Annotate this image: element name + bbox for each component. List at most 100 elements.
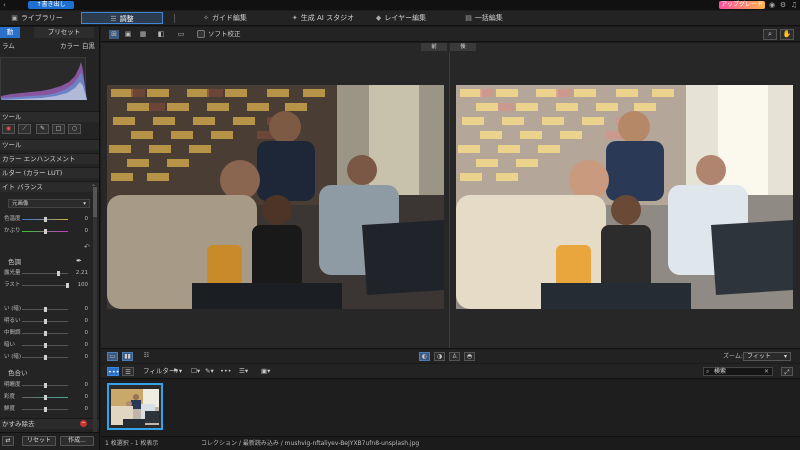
slider-knob[interactable] <box>44 383 47 388</box>
slider-knob[interactable] <box>44 229 47 234</box>
square-icon[interactable]: □ <box>52 124 65 134</box>
tab-presets[interactable]: プリセット <box>34 27 94 38</box>
side-by-side-button[interactable]: ◐ <box>419 352 430 361</box>
slider-vibrance[interactable]: 鮮度 0 <box>2 405 94 413</box>
tab-layer-edit[interactable]: ◆ レイヤー編集 <box>370 12 432 24</box>
dome-view-button[interactable]: ◓ <box>464 352 475 361</box>
white-balance-select[interactable]: 元画像 ▾ <box>8 199 90 208</box>
close-icon[interactable]: − <box>80 420 87 427</box>
clear-icon[interactable]: ✕ <box>764 368 769 375</box>
slider-darks[interactable]: 暗い 0 <box>2 341 94 349</box>
single-view-icon[interactable]: ▣ <box>123 30 133 39</box>
slider-knob[interactable] <box>66 283 69 288</box>
slider-clarity[interactable]: 明瞭度 0 <box>2 381 94 389</box>
zoom-select[interactable]: フィット ▾ <box>743 352 791 361</box>
before-label: 前 <box>421 43 447 51</box>
slider-knob[interactable] <box>44 217 47 222</box>
list-view-icon[interactable]: ☰ <box>122 367 134 376</box>
slider-knob[interactable] <box>44 407 47 412</box>
slider-exposure[interactable]: 露光量 2.21 <box>2 269 94 277</box>
sort-icon[interactable]: ☰▾ <box>239 367 248 376</box>
tab-batch-edit[interactable]: ▤ 一括編集 <box>461 12 507 24</box>
zoom-tool-icon[interactable]: ⌕ <box>763 29 777 40</box>
bell-icon[interactable]: ♫ <box>790 1 798 9</box>
rating-filter-icon[interactable]: ☐▾ <box>191 367 200 376</box>
tab-ai-studio[interactable]: ✦ 生成 AI スタジオ <box>282 12 364 24</box>
tab-manual[interactable]: 動 <box>0 27 20 38</box>
slider-brights[interactable]: 明るい 0 <box>2 317 94 325</box>
circle-icon[interactable]: ○ <box>68 124 81 134</box>
upgrade-button[interactable]: アップグレード <box>719 1 765 9</box>
crop-icon[interactable]: ⊞ <box>109 30 119 39</box>
search-icon: ⌕ <box>706 368 710 375</box>
slider-knob[interactable] <box>44 331 47 336</box>
split-view-button[interactable]: ▮▮ <box>122 352 133 361</box>
single-view-button[interactable]: ▭ <box>107 352 118 361</box>
display-menu-icon[interactable]: ▭ <box>176 30 186 39</box>
color-filter-icon[interactable]: ✎▾ <box>205 367 214 376</box>
histogram-mono-toggle[interactable]: 白黒 <box>82 41 95 52</box>
view-options-icon[interactable]: ☷ <box>141 352 152 361</box>
thumbnail-image <box>111 389 159 425</box>
tools-header[interactable]: ツール <box>0 111 99 122</box>
gear-icon[interactable]: ⚙ <box>779 1 787 9</box>
compare-view-icon[interactable]: ◧ <box>156 30 166 39</box>
slider-midtones[interactable]: 中間調 0 <box>2 329 94 337</box>
slider-contrast[interactable]: ラスト 100 <box>2 281 94 289</box>
flag-filter-icon[interactable]: ⚑▾ <box>173 367 182 376</box>
eyedropper-icon[interactable]: ✒ <box>76 257 82 265</box>
filmstrip <box>101 380 800 436</box>
slider-knob[interactable] <box>44 355 47 360</box>
create-preset-button[interactable]: 作成... <box>60 436 94 446</box>
before-image[interactable] <box>107 85 444 309</box>
account-icon[interactable]: ◉ <box>768 1 776 9</box>
more-filter-icon[interactable]: ••• <box>220 367 232 376</box>
slider-tint[interactable]: かぶり 0 <box>2 227 94 235</box>
section-color-lut[interactable]: ルター (カラー LUT) <box>0 167 99 178</box>
arrow-left-icon[interactable]: ‹ <box>3 1 13 9</box>
histogram-color-toggle[interactable]: カラー <box>60 41 80 52</box>
after-label: 後 <box>450 43 476 51</box>
pen-icon[interactable]: ✎ <box>36 124 49 134</box>
panel-scrollbar[interactable] <box>93 187 97 445</box>
red-eye-icon[interactable]: ◉ <box>2 124 15 134</box>
compare-divider[interactable] <box>449 51 450 348</box>
scrollbar-thumb[interactable] <box>93 187 97 217</box>
sliders-icon: ☰ <box>110 15 117 23</box>
file-path: コレクション / 最新読み込み / mushvig-nftaliyev-BeJY… <box>201 440 420 447</box>
thumbnail[interactable] <box>107 383 163 430</box>
search-input[interactable]: ⌕ 検索 ✕ <box>703 367 773 376</box>
group-icon[interactable]: ▣▾ <box>261 367 270 376</box>
export-button[interactable]: ↑書き出し <box>28 1 74 9</box>
tools-section-header[interactable]: ツール <box>0 139 99 150</box>
slider-saturation[interactable]: 彩度 0 <box>2 393 94 401</box>
slider-temperature[interactable]: 色温度 0 <box>2 215 94 223</box>
slider-knob[interactable] <box>44 319 47 324</box>
slider-knob[interactable] <box>44 307 47 312</box>
slider-highlights[interactable]: い (暗) 0 <box>2 305 94 313</box>
brush-icon[interactable]: ⟋ <box>18 124 31 134</box>
soft-proof-checkbox[interactable] <box>197 30 205 38</box>
slider-shadows[interactable]: い (暗) 0 <box>2 353 94 361</box>
filmstrip-view-icon[interactable]: ••• <box>107 367 120 376</box>
after-image[interactable] <box>456 85 793 309</box>
slider-knob[interactable] <box>44 343 47 348</box>
soft-proof-toggle[interactable]: ソフト校正 <box>197 30 241 39</box>
section-white-balance[interactable]: イト バランス⌃ <box>0 181 99 192</box>
person-view-button[interactable]: ♙ <box>449 352 460 361</box>
tab-adjust[interactable]: ☰ 調整 <box>81 12 163 24</box>
hand-tool-icon[interactable]: ✋ <box>780 29 794 40</box>
slider-knob[interactable] <box>57 271 60 276</box>
expand-icon[interactable]: ⤢ <box>781 367 793 376</box>
undo-icon[interactable]: ↶ <box>84 243 90 251</box>
section-color-enhancement[interactable]: カラー エンハンスメント <box>0 153 99 164</box>
slider-knob[interactable] <box>44 395 47 400</box>
contrast-view-button[interactable]: ◑ <box>434 352 445 361</box>
tab-guided-edit[interactable]: ✧ ガイド編集 <box>198 12 252 24</box>
tab-library[interactable]: ▣ ライブラリー <box>8 12 66 24</box>
grid-view-icon[interactable]: ▦ <box>138 30 148 39</box>
chevron-down-icon: ▾ <box>83 201 86 207</box>
reset-button[interactable]: リセット <box>22 436 56 446</box>
viewer-bottom-bar: ▭ ▮▮ ☷ ◐ ◑ ♙ ◓ ズーム: フィット ▾ <box>101 348 800 363</box>
compare-icon[interactable]: ⇄ <box>2 436 14 446</box>
